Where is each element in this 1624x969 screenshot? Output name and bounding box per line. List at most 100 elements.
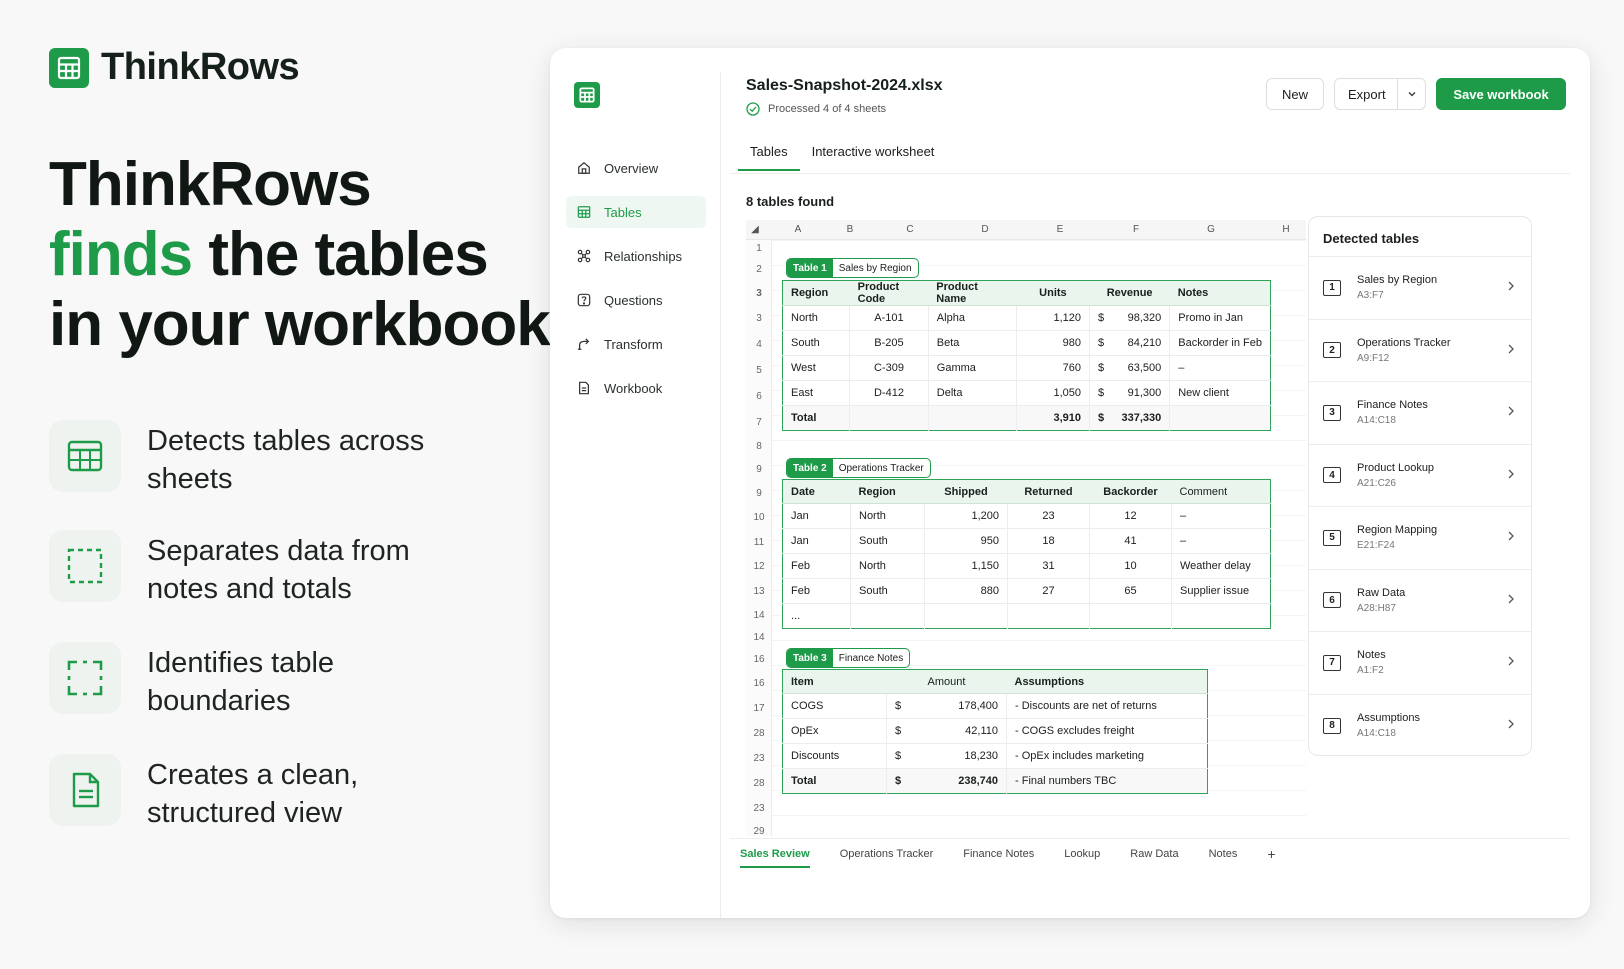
cell[interactable]: West bbox=[782, 355, 850, 381]
cell[interactable]: Weather delay bbox=[1171, 553, 1271, 579]
table-row[interactable]: West C-309 Gamma 760 $ 63,500 – bbox=[782, 355, 1271, 381]
table-row[interactable]: COGS $ 178,400 - Discounts are net of re… bbox=[782, 693, 1208, 719]
cell[interactable]: Feb bbox=[782, 578, 851, 604]
cell[interactable] bbox=[1169, 405, 1271, 431]
cell[interactable]: - Discounts are net of returns bbox=[1006, 693, 1208, 719]
table-label-1[interactable]: Table 1 Sales by Region bbox=[786, 258, 919, 278]
column-header[interactable]: C bbox=[900, 224, 920, 235]
detected-table-item[interactable]: 6 Raw Data A28:H87 bbox=[1309, 570, 1531, 632]
cell[interactable]: 31 bbox=[1007, 553, 1090, 579]
cell[interactable]: $ bbox=[1089, 305, 1114, 331]
cell[interactable]: 23 bbox=[1007, 503, 1090, 529]
cell[interactable]: 980 bbox=[1015, 330, 1090, 356]
row-number[interactable]: 13 bbox=[746, 586, 772, 597]
cell[interactable]: - Final numbers TBC bbox=[1006, 768, 1208, 794]
table-operations-tracker[interactable]: Date Region Shipped Returned Backorder C… bbox=[782, 479, 1271, 629]
row-number[interactable]: 2 bbox=[746, 264, 772, 275]
cell[interactable]: South bbox=[850, 578, 925, 604]
cell[interactable] bbox=[1171, 603, 1271, 629]
cell[interactable]: South bbox=[782, 330, 850, 356]
row-number[interactable]: 8 bbox=[746, 441, 772, 452]
table-sales-by-region[interactable]: Region Product Code Product Name Units R… bbox=[782, 280, 1271, 431]
cell[interactable]: $ bbox=[1089, 355, 1114, 381]
cell[interactable]: New client bbox=[1169, 380, 1271, 406]
row-number[interactable]: 17 bbox=[746, 703, 772, 714]
tab-interactive-worksheet[interactable]: Interactive worksheet bbox=[800, 136, 947, 171]
new-button[interactable]: New bbox=[1266, 78, 1324, 110]
cell[interactable]: 880 bbox=[924, 578, 1008, 604]
cell[interactable]: North bbox=[782, 305, 850, 331]
cell[interactable]: $ bbox=[1089, 330, 1114, 356]
cell[interactable]: Discounts bbox=[782, 743, 887, 769]
cell[interactable]: Jan bbox=[782, 528, 851, 554]
detected-table-item[interactable]: 3 Finance Notes A14:C18 bbox=[1309, 382, 1531, 445]
cell[interactable]: 3,910 bbox=[1015, 405, 1090, 431]
table-row[interactable]: Feb North 1,150 31 10 Weather delay bbox=[782, 553, 1271, 579]
cell[interactable]: 178,400 bbox=[910, 693, 1007, 719]
cell[interactable]: Jan bbox=[782, 503, 851, 529]
select-all-corner[interactable]: ◢ bbox=[749, 224, 761, 235]
cell[interactable]: – bbox=[1171, 528, 1271, 554]
row-number[interactable]: 4 bbox=[746, 339, 772, 350]
column-header[interactable]: D bbox=[975, 224, 995, 235]
table-label-3[interactable]: Table 3 Finance Notes bbox=[786, 648, 911, 668]
cell[interactable]: 18,230 bbox=[910, 743, 1007, 769]
cell[interactable]: - OpEx includes marketing bbox=[1006, 743, 1208, 769]
cell[interactable]: $ bbox=[1089, 380, 1114, 406]
column-header[interactable]: E bbox=[1050, 224, 1070, 235]
cell[interactable]: $ bbox=[1089, 405, 1114, 431]
cell[interactable]: Feb bbox=[782, 553, 851, 579]
sheet-tab-lookup[interactable]: Lookup bbox=[1064, 848, 1100, 868]
cell[interactable]: 42,110 bbox=[910, 718, 1007, 744]
sidebar-item-workbook[interactable]: Workbook bbox=[566, 372, 706, 404]
sidebar-item-transform[interactable]: Transform bbox=[566, 328, 706, 360]
table-total-row[interactable]: Total 3,910 $ 337,330 bbox=[782, 405, 1271, 431]
table-row[interactable]: OpEx $ 42,110 - COGS excludes freight bbox=[782, 718, 1208, 744]
row-number[interactable]: 23 bbox=[746, 753, 772, 764]
cell[interactable]: $ bbox=[886, 718, 911, 744]
cell[interactable]: 12 bbox=[1089, 503, 1172, 529]
cell[interactable]: East bbox=[782, 380, 850, 406]
cell[interactable]: COGS bbox=[782, 693, 887, 719]
row-number[interactable]: 28 bbox=[746, 778, 772, 789]
cell[interactable]: C-309 bbox=[849, 355, 929, 381]
cell[interactable]: $ bbox=[886, 768, 911, 794]
cell[interactable]: 41 bbox=[1089, 528, 1172, 554]
table-row[interactable]: Jan North 1,200 23 12 – bbox=[782, 503, 1271, 529]
cell[interactable]: 10 bbox=[1089, 553, 1172, 579]
row-number[interactable]: 1 bbox=[746, 243, 772, 254]
table-finance-notes[interactable]: Item Amount Assumptions COGS $ 178,400 -… bbox=[782, 669, 1208, 794]
sheet-tab-finance-notes[interactable]: Finance Notes bbox=[963, 848, 1034, 868]
cell[interactable]: B-205 bbox=[849, 330, 929, 356]
row-number[interactable]: 29 bbox=[746, 826, 772, 836]
row-number[interactable]: 16 bbox=[746, 678, 772, 689]
sidebar-item-questions[interactable]: Questions bbox=[566, 284, 706, 316]
tab-tables[interactable]: Tables bbox=[738, 136, 800, 171]
cell[interactable]: D-412 bbox=[849, 380, 929, 406]
export-button[interactable]: Export bbox=[1334, 78, 1426, 110]
cell[interactable]: Delta bbox=[927, 380, 1017, 406]
row-number[interactable]: 9 bbox=[746, 488, 772, 499]
sidebar-item-overview[interactable]: Overview bbox=[566, 152, 706, 184]
sheet-tab-operations-tracker[interactable]: Operations Tracker bbox=[840, 848, 934, 868]
cell[interactable] bbox=[1007, 603, 1090, 629]
cell[interactable]: Total bbox=[782, 768, 887, 794]
sidebar-item-tables[interactable]: Tables bbox=[566, 196, 706, 228]
cell[interactable] bbox=[924, 603, 1008, 629]
table-total-row[interactable]: Total $ 238,740 - Final numbers TBC bbox=[782, 768, 1208, 794]
save-workbook-button[interactable]: Save workbook bbox=[1436, 78, 1566, 110]
cell[interactable]: Backorder in Feb bbox=[1169, 330, 1271, 356]
cell[interactable]: – bbox=[1169, 355, 1271, 381]
row-number[interactable]: 3 bbox=[746, 313, 772, 324]
sheet-tab-notes[interactable]: Notes bbox=[1209, 848, 1238, 868]
cell[interactable]: Beta bbox=[927, 330, 1017, 356]
spreadsheet-grid[interactable]: ◢ A B C D E F G H 1 2 3 3 4 5 6 7 8 9 9 … bbox=[746, 220, 1306, 836]
cell[interactable]: 1,050 bbox=[1015, 380, 1090, 406]
cell[interactable]: 1,200 bbox=[924, 503, 1008, 529]
cell[interactable]: 63,500 bbox=[1113, 355, 1170, 381]
row-number[interactable]: 3 bbox=[746, 288, 772, 299]
column-header[interactable]: H bbox=[1276, 224, 1296, 235]
table-row[interactable]: South B-205 Beta 980 $ 84,210 Backorder … bbox=[782, 330, 1271, 356]
cell[interactable]: 84,210 bbox=[1113, 330, 1170, 356]
row-number[interactable]: 12 bbox=[746, 561, 772, 572]
